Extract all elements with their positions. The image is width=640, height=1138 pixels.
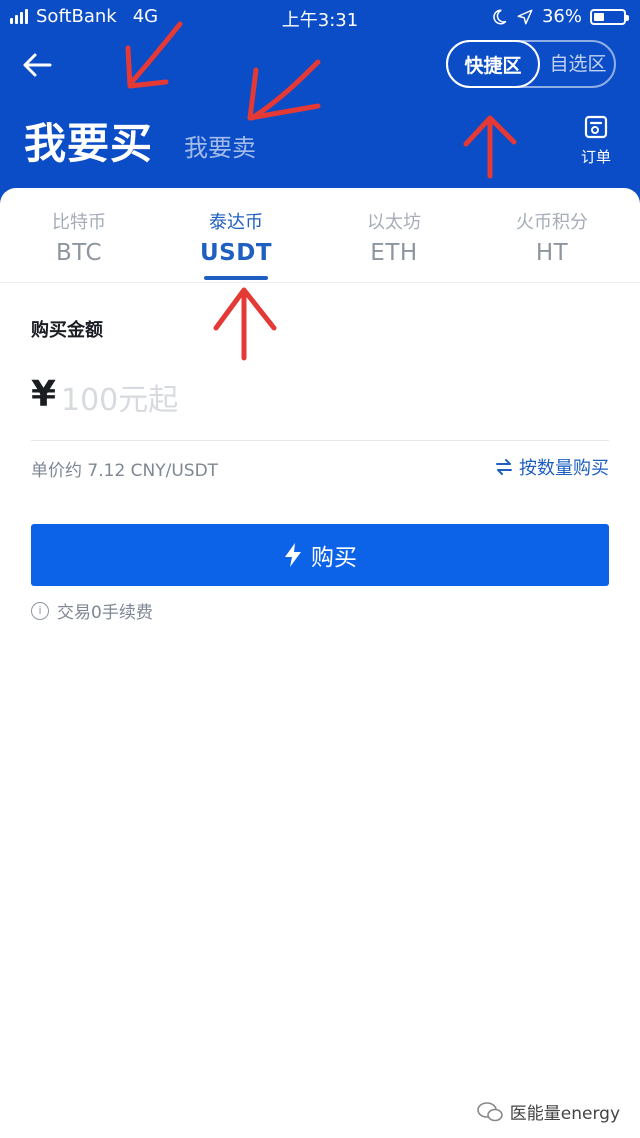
- amount-input[interactable]: [61, 378, 581, 422]
- lightning-icon: [285, 543, 301, 567]
- location-icon: [517, 9, 533, 24]
- fee-note: i 交易0手续费: [31, 598, 153, 623]
- moon-icon: [493, 9, 507, 24]
- orders-button[interactable]: 订单: [574, 114, 618, 166]
- back-arrow-icon[interactable]: [20, 48, 54, 82]
- orders-icon: [584, 115, 608, 139]
- quick-mode-button[interactable]: 快捷区: [446, 40, 540, 88]
- header: SoftBank 4G 上午3:31 36% 快捷区 自选区 我要买 我要卖 订…: [0, 0, 640, 215]
- info-icon: i: [31, 601, 49, 620]
- battery-percent: 36%: [541, 6, 582, 27]
- tab-ht[interactable]: 火币积分 HT: [482, 208, 622, 266]
- active-tab-indicator: [204, 276, 268, 280]
- tab-usdt[interactable]: 泰达币 USDT: [166, 208, 306, 266]
- unit-price: 单价约 7.12 CNY/USDT: [31, 461, 219, 481]
- amount-row: ¥: [31, 370, 609, 441]
- battery-icon: [590, 8, 629, 25]
- yen-symbol: ¥: [31, 374, 57, 415]
- tab-eth[interactable]: 以太坊 ETH: [324, 208, 464, 266]
- tab-btc[interactable]: 比特币 BTC: [9, 208, 149, 266]
- buy-title[interactable]: 我要买: [24, 110, 153, 171]
- sell-tab[interactable]: 我要卖: [184, 128, 256, 163]
- status-bar: SoftBank 4G 上午3:31 36%: [0, 0, 640, 32]
- coin-tabs: 比特币 BTC 泰达币 USDT 以太坊 ETH 火币积分 HT: [0, 188, 640, 283]
- mode-toggle: 快捷区 自选区: [446, 40, 616, 88]
- buy-by-quantity-link[interactable]: 按数量购买: [495, 454, 609, 480]
- orders-label: 订单: [580, 148, 611, 166]
- watermark: 医能量energy: [476, 1099, 620, 1124]
- amount-label: 购买金额: [31, 320, 103, 341]
- buy-button[interactable]: 购买: [31, 524, 609, 586]
- main-card: 比特币 BTC 泰达币 USDT 以太坊 ETH 火币积分 HT 购买金额 ¥ …: [0, 188, 640, 1138]
- wechat-icon: [476, 1101, 503, 1121]
- custom-mode-button[interactable]: 自选区: [540, 40, 616, 88]
- swap-icon: [496, 459, 512, 475]
